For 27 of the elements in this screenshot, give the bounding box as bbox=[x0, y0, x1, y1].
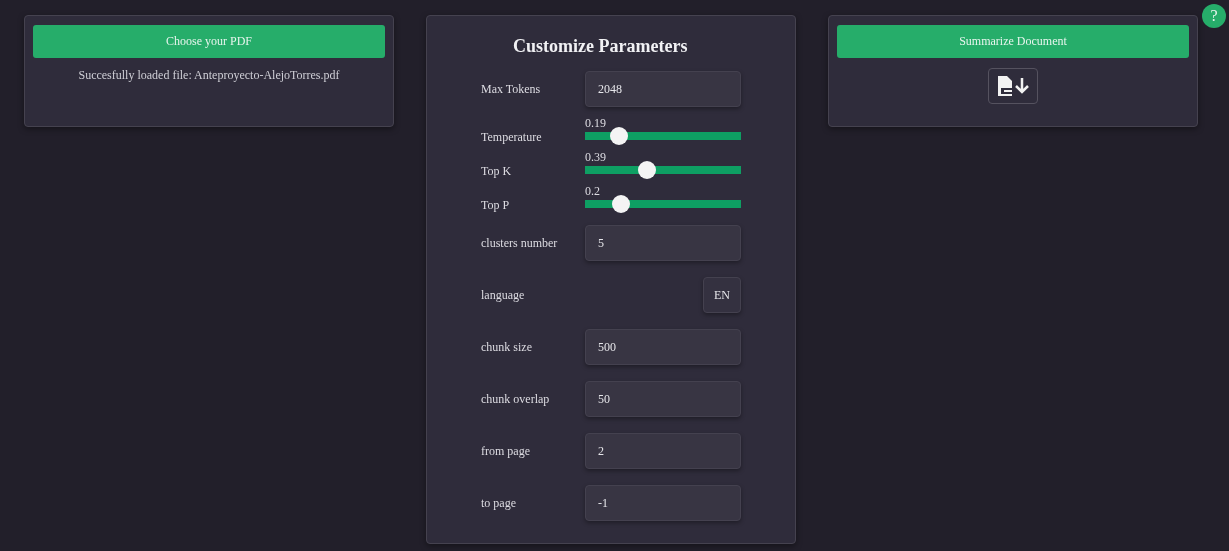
panel-title: Customize Parameters bbox=[513, 36, 689, 57]
parameter-field[interactable]: 2 bbox=[585, 433, 741, 469]
slider-value: 0.19 bbox=[585, 117, 606, 130]
pdf-download-button[interactable] bbox=[988, 68, 1038, 104]
parameter-label: Top K bbox=[481, 164, 513, 179]
slider-value: 0.2 bbox=[585, 185, 600, 198]
parameter-field[interactable]: 500 bbox=[585, 329, 741, 365]
slider-thumb[interactable] bbox=[611, 195, 630, 213]
parameter-label: chunk size bbox=[481, 339, 533, 355]
slider-thumb[interactable] bbox=[638, 161, 657, 179]
parameter-label: language bbox=[481, 287, 526, 303]
slider-thumb[interactable] bbox=[610, 127, 629, 145]
parameter-label: to page bbox=[481, 495, 517, 511]
parameter-label: clusters number bbox=[481, 235, 559, 251]
parameter-label: from page bbox=[481, 443, 531, 459]
parameter-label: chunk overlap bbox=[481, 391, 551, 407]
parameter-field[interactable]: 2048 bbox=[585, 71, 741, 107]
upload-status: Succesfully loaded file: Anteproyecto-AlejoTorres.pdf bbox=[78, 68, 340, 83]
parameter-field[interactable]: 50 bbox=[585, 381, 741, 417]
parameter-field[interactable]: -1 bbox=[585, 485, 741, 521]
parameter-label: Top P bbox=[481, 198, 511, 213]
pdf-download-icon bbox=[995, 75, 1031, 97]
parameter-label: Max Tokens bbox=[481, 81, 542, 97]
parameter-field[interactable]: 5 bbox=[585, 225, 741, 261]
parameter-label: Temperature bbox=[481, 130, 543, 145]
slider-value: 0.39 bbox=[585, 151, 606, 164]
language-button[interactable]: EN bbox=[703, 277, 741, 313]
